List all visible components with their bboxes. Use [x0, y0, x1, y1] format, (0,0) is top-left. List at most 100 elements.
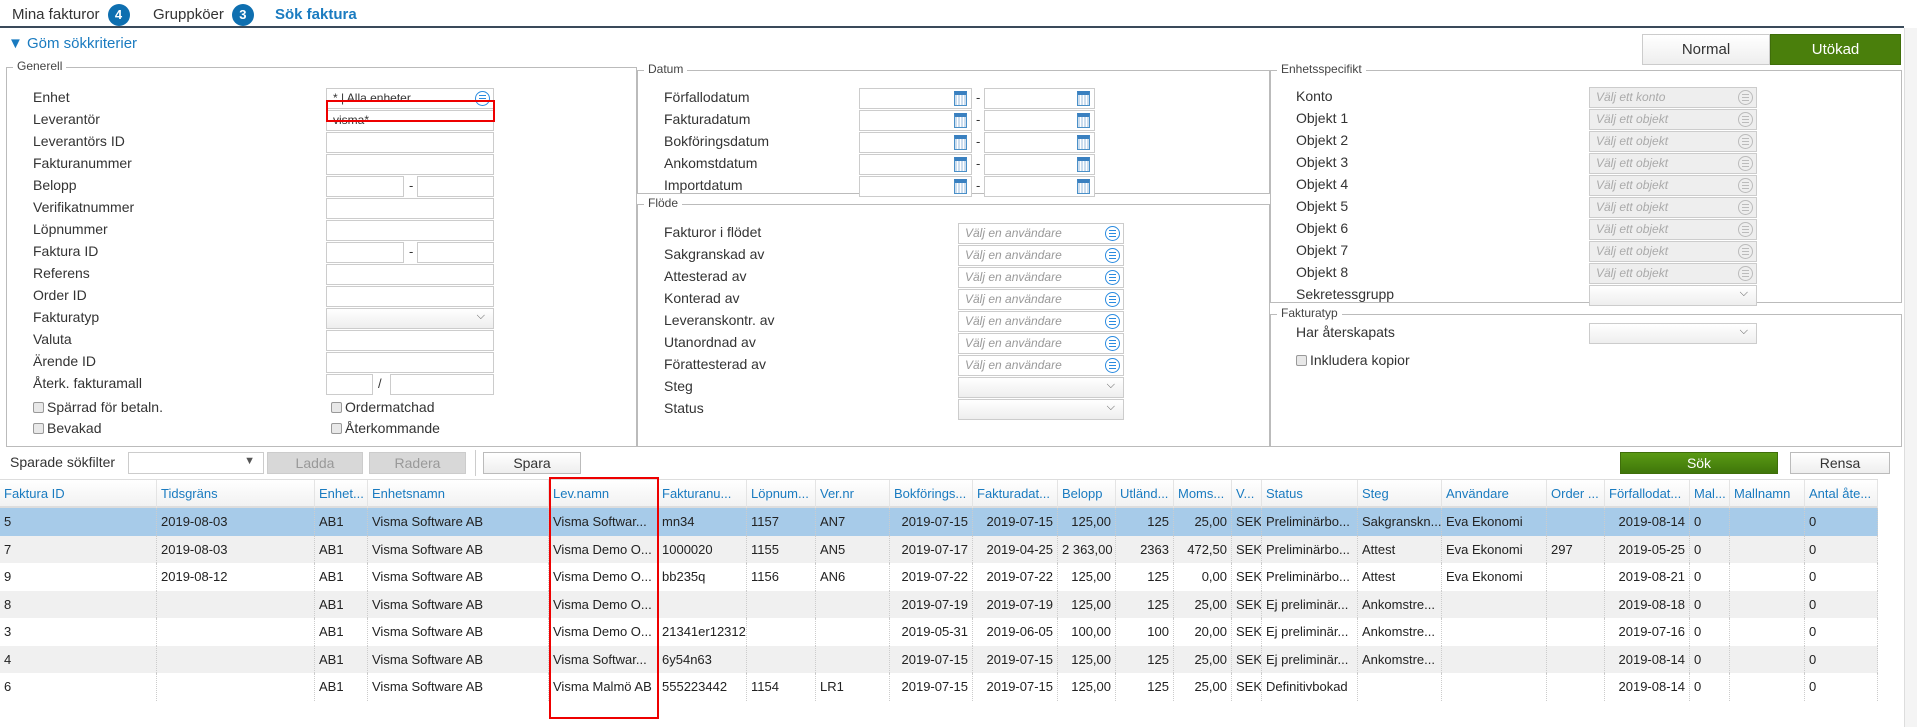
belopp-from-input[interactable] [326, 176, 404, 197]
checkbox-box[interactable] [331, 402, 342, 413]
column-header[interactable]: Mal... [1690, 480, 1730, 508]
date-to-input[interactable] [984, 176, 1095, 197]
column-header[interactable]: Order ... [1547, 480, 1605, 508]
user-picker-input[interactable]: Välj en användare [958, 311, 1124, 332]
checkbox-3[interactable]: Återkommande [331, 420, 440, 436]
checkbox-box[interactable] [1296, 355, 1307, 366]
column-header[interactable]: Steg [1358, 480, 1442, 508]
checkbox-box[interactable] [33, 402, 44, 413]
tab-sok-faktura[interactable]: Sök faktura [275, 6, 357, 23]
object-picker-input[interactable]: Välj ett objekt [1589, 197, 1757, 218]
table-row[interactable]: 7 2019-08-03 AB1 Visma Software AB Visma Dem… [0, 535, 1878, 563]
column-header[interactable]: Bokförings... [890, 480, 973, 508]
clear-button[interactable]: Rensa [1790, 452, 1890, 474]
har-aterskapats-select[interactable]: ⌵ [1589, 323, 1757, 344]
column-header[interactable]: Tidsgräns [157, 480, 315, 508]
column-header[interactable]: Enhetsnamn [368, 480, 549, 508]
extended-mode-button[interactable]: Utökad [1770, 34, 1901, 65]
object-picker-input[interactable]: Välj ett objekt [1589, 153, 1757, 174]
column-header[interactable]: V... [1232, 480, 1262, 508]
table-row[interactable]: 5 2019-08-03 AB1 Visma Software AB Visma Sof… [0, 508, 1878, 536]
fakturatyp-input[interactable]: ⌵ [326, 308, 494, 329]
checkbox-1[interactable]: Ordermatchad [331, 399, 434, 415]
tab-gruppkoer[interactable]: Gruppköer 3 [153, 4, 254, 26]
column-header[interactable]: Fakturanu... [658, 480, 747, 508]
save-button[interactable]: Spara [483, 452, 581, 474]
löpnummer-input[interactable] [326, 220, 494, 241]
column-header[interactable]: Förfallodat... [1605, 480, 1690, 508]
column-header[interactable]: Faktura ID [0, 480, 157, 508]
belopp-to-input[interactable] [417, 176, 494, 197]
saved-filter-select[interactable]: ▼ [128, 452, 264, 474]
column-header[interactable]: Belopp [1058, 480, 1116, 508]
hide-criteria-toggle[interactable]: ▼ Göm sökkriterier [8, 35, 137, 52]
date-to-input[interactable] [984, 132, 1095, 153]
column-header[interactable]: Användare [1442, 480, 1547, 508]
faktura-id-from-input[interactable] [326, 242, 404, 263]
date-to-input[interactable] [984, 88, 1095, 109]
column-header[interactable]: Ver.nr [816, 480, 890, 508]
object-picker-input[interactable]: Välj ett objekt [1589, 263, 1757, 284]
normal-mode-button[interactable]: Normal [1642, 34, 1770, 65]
column-header[interactable]: Löpnum... [747, 480, 816, 508]
user-picker-input[interactable]: Välj en användare [958, 333, 1124, 354]
column-header[interactable]: Fakturadat... [973, 480, 1058, 508]
ärende-id-input[interactable] [326, 352, 494, 373]
object-picker-input[interactable]: Välj ett objekt [1589, 241, 1757, 262]
checkbox-0[interactable]: Spärrad för betaln. [33, 399, 163, 415]
vertical-scrollbar[interactable] [1904, 28, 1917, 727]
valuta-input[interactable] [326, 330, 494, 351]
chevron-down-icon: ⌵ [1739, 325, 1748, 337]
checkbox-box[interactable] [33, 423, 44, 434]
load-button[interactable]: Ladda [267, 452, 363, 474]
table-row[interactable]: 4 AB1 Visma Software AB Visma Softwar... 6y5… [0, 645, 1878, 673]
table-row[interactable]: 8 AB1 Visma Software AB Visma Demo O... 2019… [0, 590, 1878, 618]
user-picker-input[interactable]: Välj en användare [958, 267, 1124, 288]
order-id-input[interactable] [326, 286, 494, 307]
leverantör-input[interactable]: visma* [326, 110, 494, 131]
column-header[interactable]: Antal åte... [1805, 480, 1878, 508]
object-picker-input[interactable]: Välj ett objekt [1589, 219, 1757, 240]
enhet-input[interactable]: * | Alla enheter [326, 88, 494, 109]
återk-fakturamall-from-input[interactable] [326, 374, 373, 395]
leverantörs-id-input[interactable] [326, 132, 494, 153]
date-from-input[interactable] [859, 88, 972, 109]
user-picker-input[interactable]: Välj en användare [958, 355, 1124, 376]
faktura-id-to-input[interactable] [417, 242, 494, 263]
date-from-input[interactable] [859, 176, 972, 197]
date-from-input[interactable] [859, 132, 972, 153]
återk-fakturamall-to-input[interactable] [390, 374, 494, 395]
column-header[interactable]: Status [1262, 480, 1358, 508]
referens-input[interactable] [326, 264, 494, 285]
column-header[interactable]: Moms... [1174, 480, 1232, 508]
column-header[interactable]: Mallnamn [1730, 480, 1805, 508]
verifikatnummer-input[interactable] [326, 198, 494, 219]
include-copies-checkbox[interactable]: Inkludera kopior [1296, 352, 1410, 368]
date-to-input[interactable] [984, 154, 1095, 175]
user-picker-input[interactable]: Välj en användare [958, 289, 1124, 310]
checkbox-box[interactable] [331, 423, 342, 434]
object-picker-input[interactable]: Välj ett objekt [1589, 175, 1757, 196]
checkbox-2[interactable]: Bevakad [33, 420, 101, 436]
flow-select[interactable]: ⌵ [958, 399, 1124, 420]
column-header[interactable]: Enhet... [315, 480, 368, 508]
table-row[interactable]: 9 2019-08-12 AB1 Visma Software AB Visma Dem… [0, 563, 1878, 591]
object-picker-input[interactable]: Välj ett objekt [1589, 109, 1757, 130]
column-header[interactable]: Lev.namn [549, 480, 658, 508]
fakturanummer-input[interactable] [326, 154, 494, 175]
search-button[interactable]: Sök [1620, 452, 1778, 474]
sekretessgrupp-select[interactable]: ⌵ [1589, 285, 1757, 306]
user-picker-input[interactable]: Välj en användare [958, 223, 1124, 244]
delete-button[interactable]: Radera [369, 452, 466, 474]
table-row[interactable]: 3 AB1 Visma Software AB Visma Demo O... 2134… [0, 618, 1878, 646]
object-picker-input[interactable]: Välj ett konto [1589, 87, 1757, 108]
date-from-input[interactable] [859, 110, 972, 131]
flow-select[interactable]: ⌵ [958, 377, 1124, 398]
date-from-input[interactable] [859, 154, 972, 175]
tab-mina-fakturor[interactable]: Mina fakturor 4 [12, 4, 130, 26]
user-picker-input[interactable]: Välj en användare [958, 245, 1124, 266]
column-header[interactable]: Utländ... [1116, 480, 1174, 508]
table-row[interactable]: 6 AB1 Visma Software AB Visma Malmö AB 55522… [0, 673, 1878, 701]
date-to-input[interactable] [984, 110, 1095, 131]
object-picker-input[interactable]: Välj ett objekt [1589, 131, 1757, 152]
